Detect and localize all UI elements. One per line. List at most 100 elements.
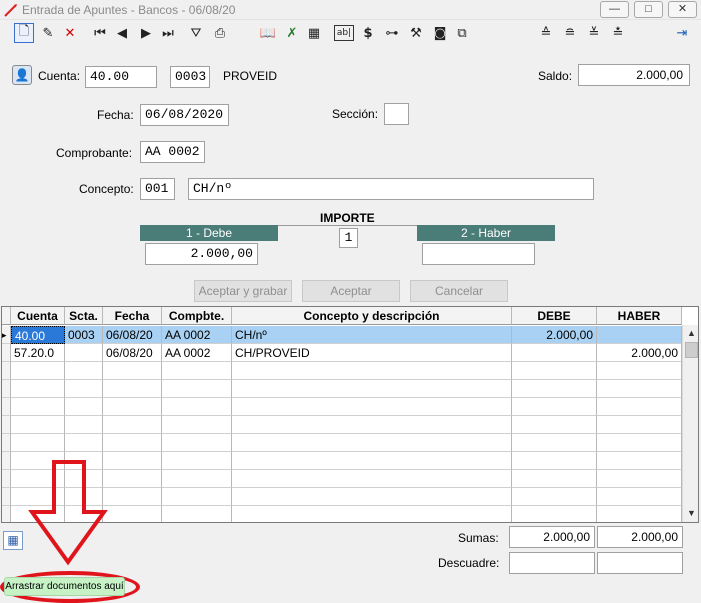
settings-window-icon[interactable]: ⧉ [452, 23, 472, 43]
current-row-pointer-icon[interactable]: ▸ [2, 326, 11, 344]
tools-icon[interactable]: ✗ [282, 23, 302, 43]
empty-cell[interactable] [162, 434, 232, 452]
stack-down-icon[interactable]: ≚ [584, 23, 604, 43]
empty-cell[interactable] [232, 470, 512, 488]
scroll-down-icon[interactable]: ▼ [684, 506, 698, 521]
col-compbte-header[interactable]: Compbte. [162, 307, 232, 325]
scroll-up-icon[interactable]: ▲ [684, 326, 698, 341]
col-cuenta-header[interactable]: Cuenta [11, 307, 65, 325]
empty-cell[interactable] [232, 416, 512, 434]
empty-cell[interactable] [103, 416, 162, 434]
cuenta-code-field[interactable]: 0003 [170, 66, 210, 88]
calculator-icon[interactable]: ▦ [304, 23, 324, 43]
table-cell[interactable]: 06/08/20 [103, 344, 162, 362]
stack-up-icon[interactable]: ≙ [536, 23, 556, 43]
empty-cell[interactable] [11, 398, 65, 416]
empty-cell[interactable] [597, 380, 682, 398]
row-indicator[interactable] [2, 344, 11, 362]
row-indicator[interactable] [2, 452, 11, 470]
hammer-icon[interactable]: ⚒ [406, 23, 426, 43]
empty-cell[interactable] [103, 506, 162, 522]
drop-zone[interactable]: Arrastrar documentos aquí [4, 577, 125, 596]
minimize-button[interactable]: — [600, 1, 629, 18]
empty-cell[interactable] [103, 434, 162, 452]
haber-amount-field[interactable] [422, 243, 535, 265]
empty-cell[interactable] [597, 470, 682, 488]
empty-cell[interactable] [11, 416, 65, 434]
user-account-icon[interactable]: 👤 [12, 65, 32, 85]
empty-cell[interactable] [512, 380, 597, 398]
empty-cell[interactable] [597, 434, 682, 452]
table-cell[interactable]: 2.000,00 [597, 344, 682, 362]
empty-cell[interactable] [11, 362, 65, 380]
new-document-icon[interactable]: 🗋 [14, 23, 34, 43]
col-fecha-header[interactable]: Fecha [103, 307, 162, 325]
empty-cell[interactable] [162, 488, 232, 506]
empty-cell[interactable] [103, 362, 162, 380]
row-indicator[interactable] [2, 434, 11, 452]
table-cell[interactable] [597, 326, 682, 344]
empty-cell[interactable] [65, 434, 103, 452]
importe-selector-field[interactable]: 1 [339, 228, 358, 248]
previous-record-icon[interactable]: ◀ [112, 23, 132, 43]
stack-icon[interactable]: ≘ [560, 23, 580, 43]
empty-cell[interactable] [65, 416, 103, 434]
row-indicator[interactable] [2, 506, 11, 522]
empty-cell[interactable] [512, 416, 597, 434]
exit-icon[interactable]: ⇥ [672, 23, 692, 43]
col-concepto-header[interactable]: Concepto y descripción [232, 307, 512, 325]
empty-cell[interactable] [162, 416, 232, 434]
table-cell[interactable]: AA 0002 [162, 326, 232, 344]
delete-icon[interactable]: ✕ [60, 23, 80, 43]
concepto-code-field[interactable]: 001 [140, 178, 175, 200]
last-record-icon[interactable]: ⏭ [158, 23, 178, 43]
calendar-icon[interactable]: ▦ [3, 531, 23, 550]
empty-cell[interactable] [162, 452, 232, 470]
empty-cell[interactable] [103, 398, 162, 416]
empty-cell[interactable] [162, 506, 232, 522]
empty-cell[interactable] [512, 362, 597, 380]
edit-icon[interactable]: ✎ [38, 23, 58, 43]
table-cell[interactable]: 57.20.0 [11, 344, 65, 362]
col-haber-header[interactable]: HABER [597, 307, 682, 325]
row-indicator[interactable] [2, 398, 11, 416]
debe-amount-field[interactable]: 2.000,00 [145, 243, 258, 265]
maximize-button[interactable]: □ [634, 1, 663, 18]
empty-cell[interactable] [162, 362, 232, 380]
filter-icon[interactable]: ⛛ [186, 23, 206, 43]
table-cell[interactable]: 0003 [65, 326, 103, 344]
empty-cell[interactable] [512, 452, 597, 470]
empty-cell[interactable] [597, 362, 682, 380]
empty-cell[interactable] [65, 380, 103, 398]
network-icon[interactable]: ⊶ [382, 23, 402, 43]
empty-cell[interactable] [232, 506, 512, 522]
table-cell[interactable]: 2.000,00 [512, 326, 597, 344]
row-indicator[interactable] [2, 362, 11, 380]
empty-cell[interactable] [512, 398, 597, 416]
close-button[interactable]: ✕ [668, 1, 697, 18]
empty-cell[interactable] [512, 488, 597, 506]
seccion-field[interactable] [384, 103, 409, 125]
cuenta-field[interactable]: 40.00 [85, 66, 157, 88]
stack-all-icon[interactable]: ≛ [608, 23, 628, 43]
table-cell[interactable]: CH/nº [232, 326, 512, 344]
dollar-icon[interactable]: $ [358, 23, 378, 43]
accept-button[interactable]: Aceptar [302, 280, 400, 302]
col-debe-header[interactable]: DEBE [512, 307, 597, 325]
empty-cell[interactable] [103, 452, 162, 470]
book-icon[interactable]: 📖 [258, 23, 278, 43]
vertical-scrollbar[interactable]: ▲ ▼ [682, 325, 698, 522]
comprobante-field[interactable]: AA 0002 [140, 141, 205, 163]
table-cell[interactable]: CH/PROVEID [232, 344, 512, 362]
empty-cell[interactable] [103, 470, 162, 488]
row-indicator[interactable] [2, 380, 11, 398]
next-record-icon[interactable]: ▶ [136, 23, 156, 43]
print-icon[interactable]: ⎙ [210, 23, 230, 43]
empty-cell[interactable] [162, 380, 232, 398]
row-indicator[interactable] [2, 416, 11, 434]
scroll-thumb[interactable] [685, 342, 698, 358]
empty-cell[interactable] [597, 506, 682, 522]
fecha-field[interactable]: 06/08/2020 [140, 104, 229, 126]
empty-cell[interactable] [232, 434, 512, 452]
camera-icon[interactable]: ◙ [430, 23, 450, 43]
